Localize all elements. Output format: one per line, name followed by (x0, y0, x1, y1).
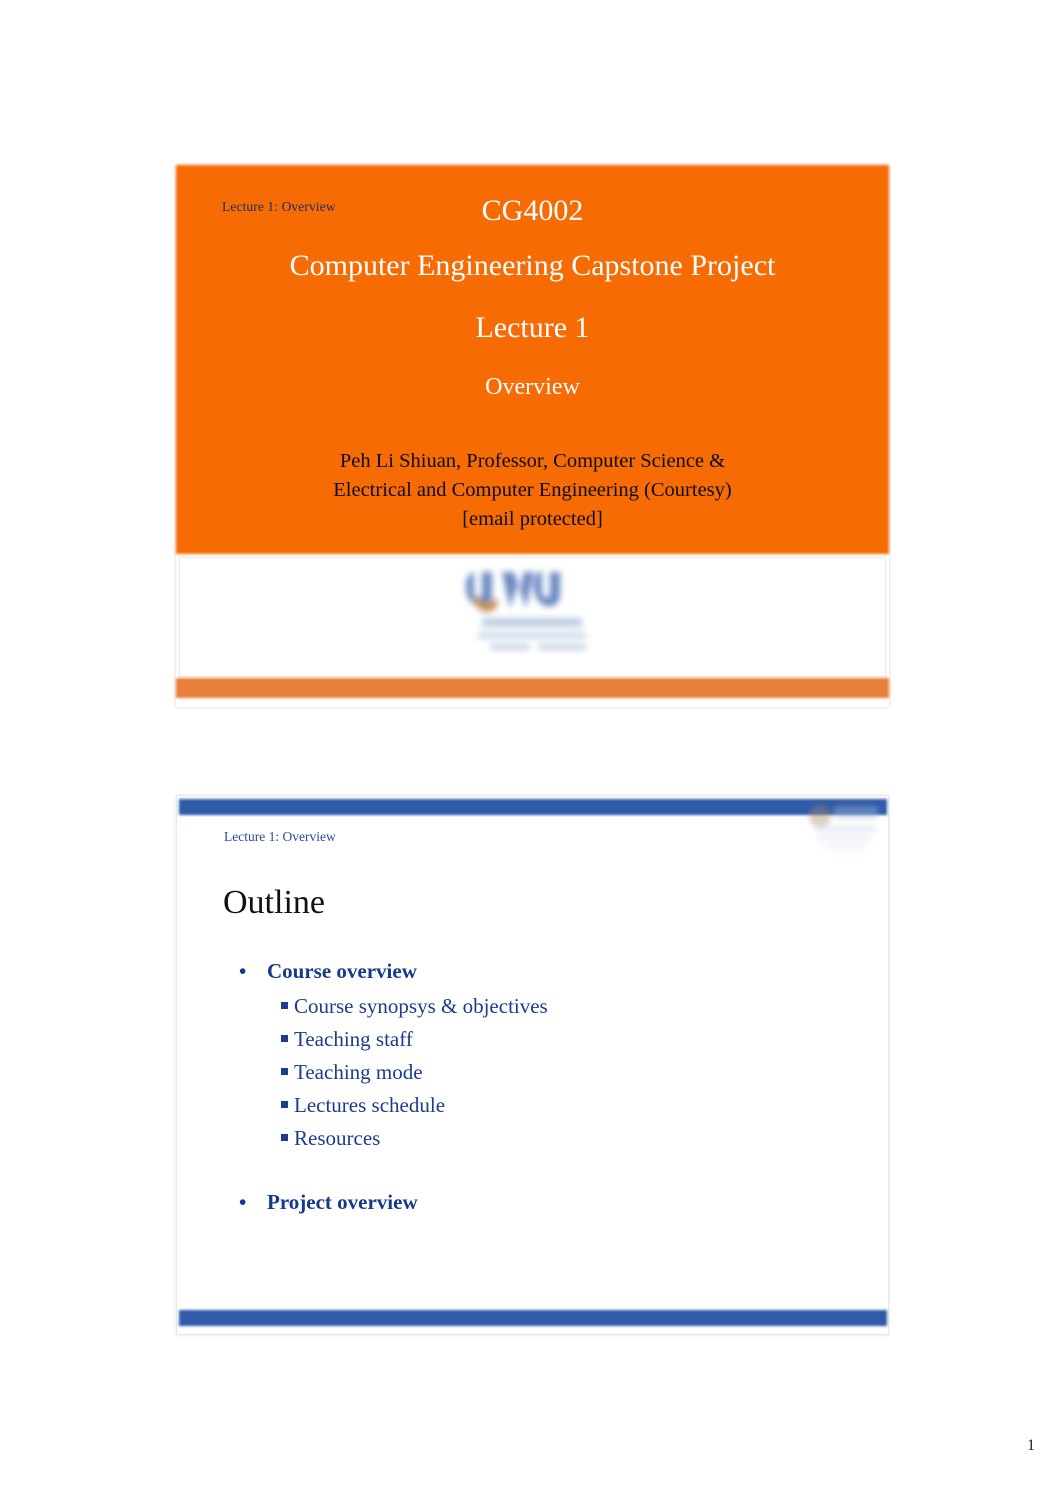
slide1-author-line-1: Peh Li Shiuan, Professor, Computer Scien… (339, 450, 726, 472)
slide1-title-block: CG4002 Computer Engineering Capstone Pro… (176, 187, 889, 415)
square-bullet-icon (281, 1002, 288, 1009)
slide1-lecture-label: Lecture 1 (475, 311, 590, 344)
title-slide[interactable]: Lecture 1: Overview CG4002 Computer Engi… (176, 165, 889, 707)
slide1-course-name: Computer Engineering Capstone Project (289, 249, 776, 282)
title-slide-bottom-bar (176, 678, 889, 698)
square-bullet-icon (281, 1134, 288, 1141)
outline-subbullet-teaching-staff: Teaching staff (219, 1023, 859, 1056)
square-bullet-icon (281, 1101, 288, 1108)
outline-bullet-label: Project overview (267, 1190, 418, 1214)
slide1-author-line-2: Electrical and Computer Engineering (Cou… (333, 479, 732, 501)
square-bullet-icon (281, 1035, 288, 1042)
nus-logo-icon (458, 564, 623, 668)
outline-subbullet-label: Teaching staff (294, 1027, 413, 1051)
page-number: 1 (1027, 1437, 1035, 1454)
outline-subbullet-label: Lectures schedule (294, 1093, 446, 1117)
outline-list: • Course overview Course synopsys & obje… (219, 956, 859, 1221)
slide2-kicker: Lecture 1: Overview (224, 829, 336, 844)
outline-subbullet-resources: Resources (219, 1122, 859, 1155)
outline-bullet-course-overview: • Course overview (219, 956, 859, 986)
outline-bullet-project-overview: • Project overview (219, 1187, 859, 1217)
slide1-subtitle: Overview (485, 374, 580, 400)
bullet-dot-icon: • (239, 1190, 247, 1214)
slide1-course-code: CG4002 (481, 194, 584, 227)
slide1-author-email: [email protected] (462, 508, 603, 530)
outline-spacer (219, 1155, 859, 1187)
title-slide-logo-band (179, 557, 886, 677)
slide2-page-title: Outline (223, 884, 325, 921)
nus-logo-icon (804, 800, 882, 856)
outline-subbullet-label: Course synopsys & objectives (294, 994, 548, 1018)
title-slide-content: Lecture 1: Overview CG4002 Computer Engi… (176, 165, 889, 554)
outline-slide[interactable]: Lecture 1: Overview Outline • Course ove… (176, 795, 889, 1335)
square-bullet-icon (281, 1068, 288, 1075)
outline-slide-top-bar (179, 799, 887, 815)
outline-subbullet-teaching-mode: Teaching mode (219, 1056, 859, 1089)
outline-bullet-label: Course overview (267, 959, 417, 983)
bullet-dot-icon: • (239, 959, 247, 983)
outline-subbullet-synopsys: Course synopsys & objectives (219, 990, 859, 1023)
outline-subbullet-lectures-schedule: Lectures schedule (219, 1089, 859, 1122)
slide1-author-block: Peh Li Shiuan, Professor, Computer Scien… (176, 447, 889, 534)
outline-slide-bottom-bar (179, 1310, 887, 1326)
outline-subbullet-label: Teaching mode (294, 1060, 423, 1084)
outline-subbullet-label: Resources (294, 1126, 381, 1150)
